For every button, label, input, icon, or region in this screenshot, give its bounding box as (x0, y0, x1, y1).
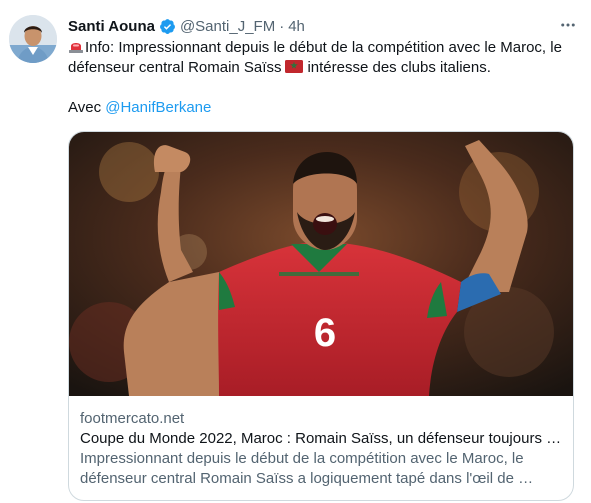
tweet-text-part-3: intéresse des clubs italiens. (307, 59, 491, 76)
more-options-icon[interactable] (557, 14, 579, 36)
jersey-number: 6 (314, 311, 336, 355)
tweet[interactable]: Santi Aouna @Santi_J_FM · 4h Info: Impre… (0, 0, 591, 503)
morocco-flag-emoji-icon (285, 59, 304, 73)
tweet-timestamp[interactable]: 4h (288, 18, 305, 35)
verified-badge-icon (159, 18, 176, 35)
mention-link[interactable]: @HanifBerkane (105, 99, 211, 116)
tweet-text: Info: Impressionnant depuis le début de … (68, 38, 582, 118)
card-image[interactable]: 6 (69, 132, 573, 396)
card-description-line-1: Impressionnant depuis le début de la com… (80, 450, 524, 467)
author-name[interactable]: Santi Aouna (68, 18, 155, 35)
card-description-line-2: défenseur central Romain Saïss a logique… (80, 470, 534, 487)
header-separator: · (279, 17, 285, 35)
card-meta: footmercato.net Coupe du Monde 2022, Mar… (80, 409, 566, 489)
card-title: Coupe du Monde 2022, Maroc : Romain Saïs… (80, 430, 562, 447)
link-preview-card[interactable]: 6 footmercato.net Coupe du Monde 2022, M… (68, 131, 574, 501)
author-handle[interactable]: @Santi_J_FM (180, 18, 275, 35)
police-light-emoji-icon (68, 38, 84, 54)
author-avatar[interactable] (9, 15, 57, 63)
card-domain: footmercato.net (80, 410, 185, 427)
tweet-text-part-2: défenseur central Romain Saïss (68, 59, 282, 76)
tweet-text-line-2: défenseur central Romain Saïss intéresse… (68, 58, 582, 78)
tweet-text-line-3: Avec @HanifBerkane (68, 98, 582, 118)
tweet-text-part-1: Info: Impressionnant depuis le début de … (85, 39, 562, 56)
tweet-text-line-1: Info: Impressionnant depuis le début de … (68, 38, 582, 58)
tweet-header: Santi Aouna @Santi_J_FM · 4h (68, 16, 305, 36)
tweet-text-prefix: Avec (68, 99, 106, 116)
